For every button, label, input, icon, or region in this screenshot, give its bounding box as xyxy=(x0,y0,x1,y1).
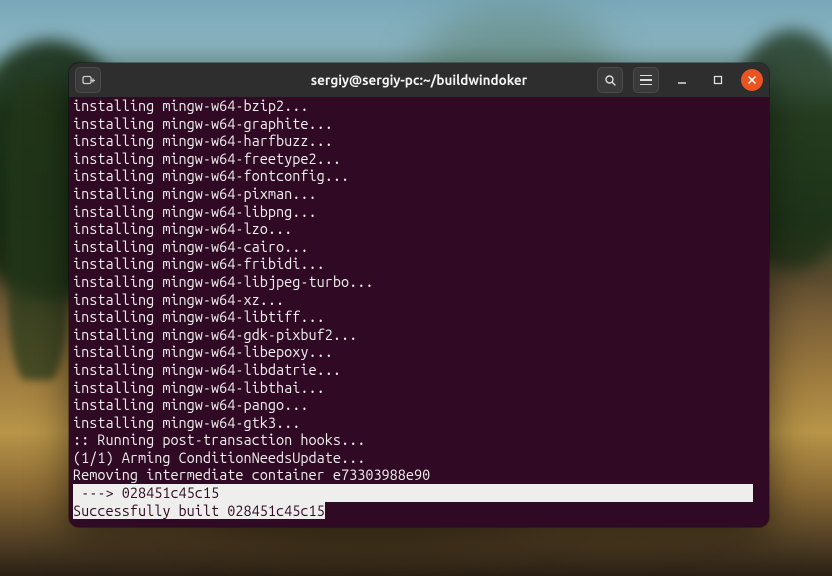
terminal-line: installing mingw-w64-freetype2... xyxy=(73,150,765,168)
minimize-icon xyxy=(676,74,688,86)
terminal-line: installing mingw-w64-fontconfig... xyxy=(73,167,765,185)
terminal-line: installing mingw-w64-libthai... xyxy=(73,379,765,397)
new-tab-icon xyxy=(81,73,95,87)
close-button[interactable] xyxy=(741,69,763,91)
terminal-line: Removing intermediate container e7330398… xyxy=(73,466,765,484)
terminal-window: sergiy@sergiy-pc:~/buildwindoker xyxy=(69,63,769,527)
terminal-line: Successfully built 028451c45c15 xyxy=(73,502,325,520)
terminal-line: installing mingw-w64-cairo... xyxy=(73,238,765,256)
maximize-icon xyxy=(712,74,724,86)
terminal-line: installing mingw-w64-libepoxy... xyxy=(73,343,765,361)
terminal-line: installing mingw-w64-gtk3... xyxy=(73,414,765,432)
terminal-line: installing mingw-w64-harfbuzz... xyxy=(73,132,765,150)
terminal-line: installing mingw-w64-lzo... xyxy=(73,220,765,238)
terminal-line: installing mingw-w64-libtiff... xyxy=(73,308,765,326)
terminal-line: (1/1) Arming ConditionNeedsUpdate... xyxy=(73,449,765,467)
terminal-output[interactable]: installing mingw-w64-bzip2...installing … xyxy=(69,97,769,527)
terminal-line: installing mingw-w64-bzip2... xyxy=(73,97,765,115)
terminal-line: installing mingw-w64-libjpeg-turbo... xyxy=(73,273,765,291)
terminal-line: installing mingw-w64-pango... xyxy=(73,396,765,414)
search-icon xyxy=(604,74,617,87)
close-icon xyxy=(747,75,757,85)
search-button[interactable] xyxy=(597,67,623,93)
terminal-line: installing mingw-w64-libdatrie... xyxy=(73,361,765,379)
titlebar: sergiy@sergiy-pc:~/buildwindoker xyxy=(69,63,769,97)
terminal-line: :: Running post-transaction hooks... xyxy=(73,431,765,449)
minimize-button[interactable] xyxy=(669,67,695,93)
terminal-line: installing mingw-w64-fribidi... xyxy=(73,255,765,273)
maximize-button[interactable] xyxy=(705,67,731,93)
menu-button[interactable] xyxy=(633,67,659,93)
hamburger-icon xyxy=(640,73,652,87)
new-tab-button[interactable] xyxy=(75,67,101,93)
terminal-line: ---> 028451c45c15 xyxy=(73,484,753,502)
terminal-line: installing mingw-w64-xz... xyxy=(73,291,765,309)
terminal-line: installing mingw-w64-graphite... xyxy=(73,115,765,133)
terminal-line: installing mingw-w64-libpng... xyxy=(73,203,765,221)
terminal-line: installing mingw-w64-pixman... xyxy=(73,185,765,203)
terminal-line: installing mingw-w64-gdk-pixbuf2... xyxy=(73,326,765,344)
